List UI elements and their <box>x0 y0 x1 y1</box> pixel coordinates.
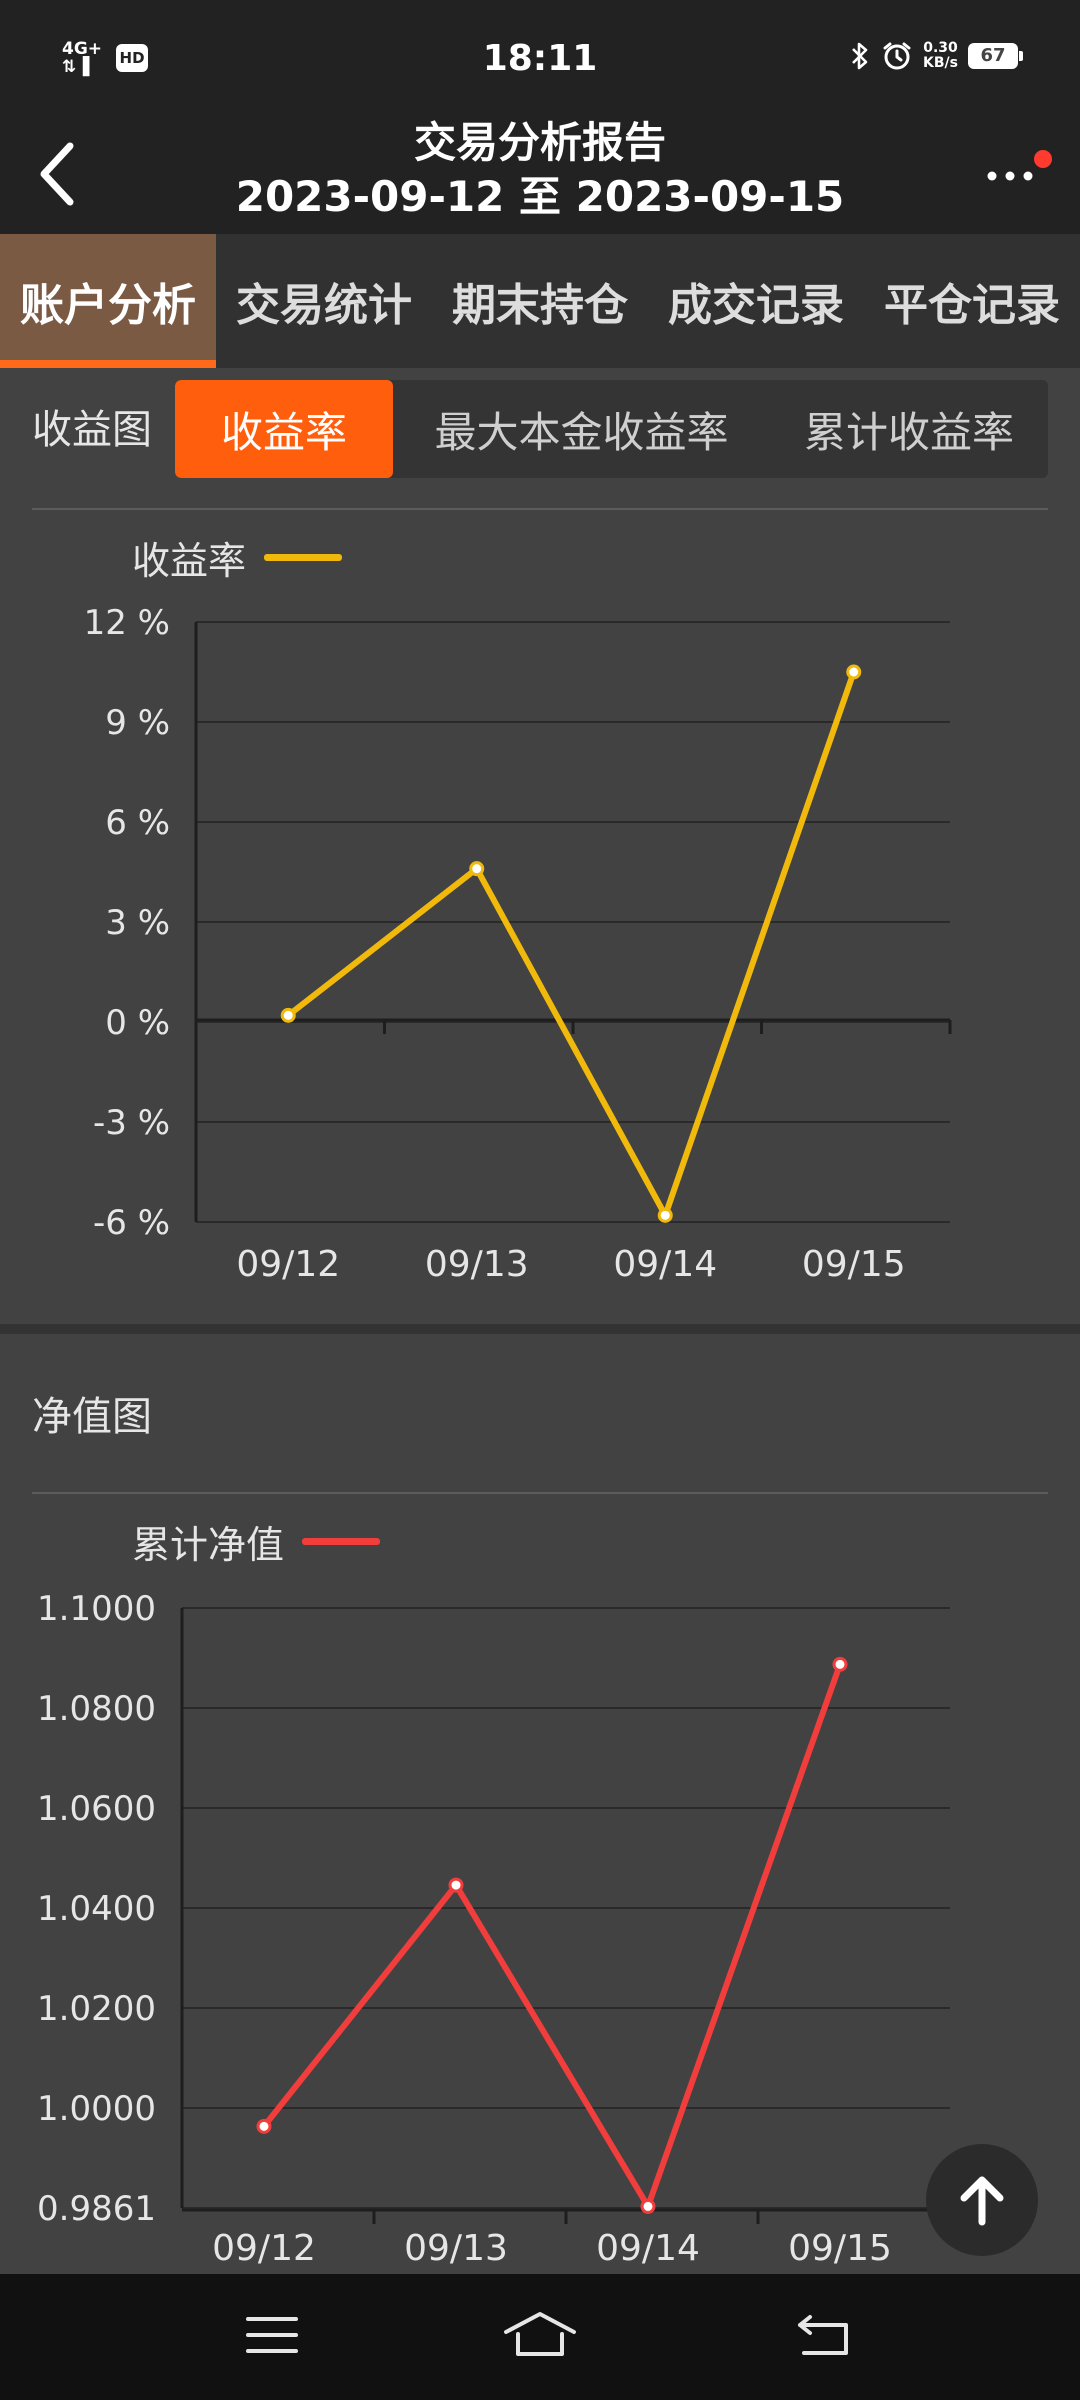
page-title: 交易分析报告 <box>413 118 666 167</box>
net-speed: 0.30 KB/s <box>923 41 958 71</box>
legend-swatch <box>302 1538 381 1545</box>
y-tick-label: 1.0600 <box>37 1789 156 1829</box>
seg-return-rate[interactable]: 收益率 <box>175 380 393 478</box>
chart-type-segment: 收益率 最大本金收益率 累计收益率 <box>175 380 1048 478</box>
net-value-chart: 1.1000 1.0800 1.0600 1.0400 1.0200 1.0000 0.98… <box>37 1589 952 2269</box>
nav-home-button[interactable] <box>500 2300 580 2370</box>
series-line <box>286 671 857 1219</box>
y-tick-label: 9 % <box>105 703 170 743</box>
tab-close-records[interactable]: 平仓记录 <box>864 234 1080 368</box>
legend-net-value: 累计净值 <box>132 1514 381 1569</box>
x-tick-label: 09/12 <box>236 1244 340 1285</box>
y-tick-label: 3 % <box>105 903 170 943</box>
alarm-icon <box>883 42 911 70</box>
seg-cumulative-return[interactable]: 累计收益率 <box>770 380 1048 478</box>
divider <box>32 508 1048 510</box>
tab-account-analysis[interactable]: 账户分析 <box>0 234 216 368</box>
y-tick-label: 0.9861 <box>37 2189 156 2229</box>
system-nav-bar <box>0 2274 1080 2400</box>
x-tick-label: 09/14 <box>596 2228 700 2269</box>
y-tick-label: 6 % <box>105 803 170 843</box>
data-point <box>469 861 485 877</box>
menu-icon <box>246 2317 298 2353</box>
data-point <box>256 2118 272 2134</box>
y-tick-label: 1.0800 <box>37 1689 156 1729</box>
main-tab-bar: 账户分析 交易统计 期末持仓 成交记录 平仓记录 <box>0 234 1080 368</box>
legend-label: 收益率 <box>132 539 247 583</box>
seg-max-principal-return[interactable]: 最大本金收益率 <box>393 380 770 478</box>
legend-swatch <box>264 554 343 561</box>
x-tick-label: 09/15 <box>802 1244 906 1285</box>
data-point <box>657 1207 673 1223</box>
nav-back-button[interactable] <box>784 2300 864 2370</box>
data-point <box>846 664 862 680</box>
back-to-top-button[interactable] <box>926 2144 1038 2256</box>
battery-icon: 67 <box>968 43 1023 69</box>
x-tick-label: 09/13 <box>404 2228 508 2269</box>
legend-return-rate: 收益率 <box>132 530 343 585</box>
x-tick-label: 09/14 <box>613 1244 717 1285</box>
home-icon <box>504 2312 576 2356</box>
x-tick-label: 09/12 <box>212 2228 316 2269</box>
net-speed-unit: KB/s <box>923 55 958 71</box>
x-tick-label: 09/15 <box>788 2228 892 2269</box>
y-tick-label: 1.0200 <box>37 1989 156 2029</box>
y-tick-label: 1.1000 <box>37 1589 156 1629</box>
arrow-up-icon <box>960 2176 1004 2226</box>
status-right: 0.30 KB/s 67 <box>849 40 1023 72</box>
y-tick-label: -3 % <box>93 1103 170 1143</box>
data-point <box>448 1877 464 1893</box>
y-tick-label: 0 % <box>105 1003 170 1043</box>
y-tick-label: 1.0400 <box>37 1889 156 1929</box>
divider <box>32 1492 1048 1494</box>
tab-end-positions[interactable]: 期末持仓 <box>432 234 648 368</box>
nav-section-label: 净值图 <box>32 1394 152 1440</box>
tab-deal-records[interactable]: 成交记录 <box>648 234 864 368</box>
chart-section-label: 收益图 <box>32 407 152 453</box>
data-point <box>640 2198 656 2214</box>
return-rate-chart: 12 % 9 % 6 % 3 % 0 % -3 % -6 % 09/12 09/13 09/14 0… <box>84 603 952 1285</box>
chart-tab-row: 收益图 收益率 最大本金收益率 累计收益率 <box>0 368 1080 494</box>
y-tick-label: -6 % <box>93 1203 170 1243</box>
section-separator <box>0 1324 1080 1334</box>
date-range: 2023-09-12 至 2023-09-15 <box>235 172 845 221</box>
series-line <box>261 1663 843 2210</box>
legend-label: 累计净值 <box>132 1523 285 1567</box>
nav-menu-button[interactable] <box>232 2300 312 2370</box>
y-tick-label: 12 % <box>84 603 170 643</box>
notification-dot <box>1034 150 1052 168</box>
more-dots-icon <box>987 171 1033 181</box>
app-header: 交易分析报告 2023-09-12 至 2023-09-15 <box>0 120 1080 234</box>
more-button[interactable] <box>984 150 1052 200</box>
net-speed-value: 0.30 <box>923 40 958 56</box>
status-bar: 4G+ ⇅▐ HD 18:11 0.30 KB/s 67 <box>0 0 1080 120</box>
x-tick-label: 09/13 <box>425 1244 529 1285</box>
y-tick-label: 1.0000 <box>37 2089 156 2129</box>
data-point <box>832 1656 848 1672</box>
back-icon <box>798 2315 848 2355</box>
tab-trade-stats[interactable]: 交易统计 <box>216 234 432 368</box>
app-root: 4G+ ⇅▐ HD 18:11 0.30 KB/s 67 交易分析报告 2023… <box>0 0 1080 2400</box>
data-point <box>280 1007 296 1023</box>
bluetooth-icon <box>852 42 868 70</box>
